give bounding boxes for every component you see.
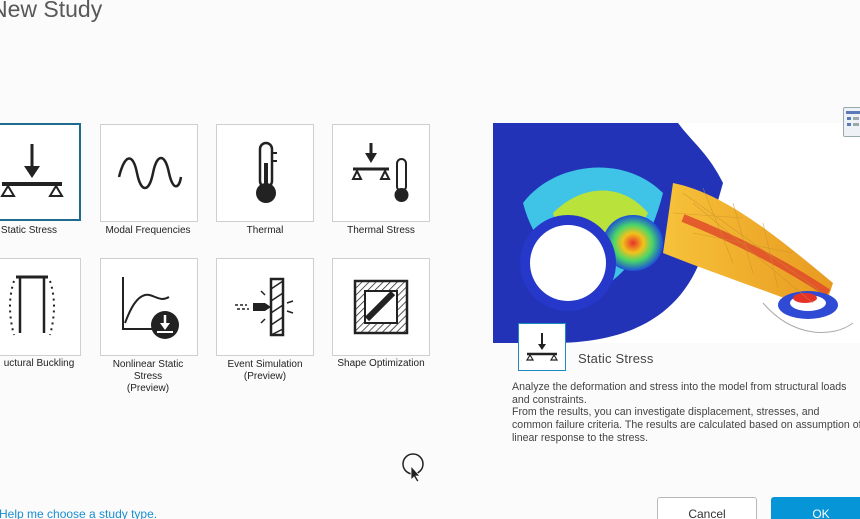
ok-button[interactable]: OK	[771, 497, 860, 519]
study-description: Analyze the deformation and stress into …	[512, 381, 860, 444]
selected-study-name: Static Stress	[578, 351, 654, 366]
selected-study-icon	[518, 323, 566, 371]
panel-toggle-icon[interactable]	[843, 107, 860, 137]
impact-icon	[235, 277, 294, 337]
study-tile-shape-optimization[interactable]	[332, 258, 430, 356]
study-tile-thermal-stress[interactable]	[332, 124, 430, 222]
study-label-shape-optimization: Shape Optimization	[337, 358, 425, 369]
study-label-thermal: Thermal	[246, 225, 284, 236]
help-choose-study-link[interactable]: Help me choose a study type.	[0, 507, 157, 519]
study-tile-static-stress[interactable]	[0, 123, 81, 221]
study-label-nonlinear-static-stress: Nonlinear Static Stress (Preview)	[112, 359, 184, 394]
shape-optimization-icon	[353, 279, 409, 335]
study-preview-image	[493, 123, 860, 343]
buckling-icon	[9, 275, 55, 336]
mouse-cursor-icon	[401, 452, 425, 483]
thermal-stress-icon	[351, 143, 409, 202]
static-stress-icon	[0, 144, 64, 197]
sine-wave-icon	[117, 156, 183, 190]
study-tile-nonlinear-static-stress[interactable]	[100, 258, 198, 356]
study-tile-structural-buckling[interactable]	[0, 258, 81, 356]
thermometer-icon	[256, 141, 277, 203]
study-tile-thermal[interactable]	[216, 124, 314, 222]
study-label-structural-buckling: uctural Buckling	[3, 358, 75, 369]
study-label-modal-frequencies: Modal Frequencies	[105, 225, 191, 236]
cancel-button[interactable]: Cancel	[657, 497, 757, 519]
dialog-title: New Study	[0, 0, 103, 22]
study-label-static-stress: Static Stress	[0, 225, 58, 236]
study-label-thermal-stress: Thermal Stress	[347, 225, 415, 236]
study-tile-modal-frequencies[interactable]	[100, 124, 198, 222]
study-label-event-simulation: Event Simulation (Preview)	[227, 359, 303, 382]
study-tile-event-simulation[interactable]	[216, 258, 314, 356]
static-stress-icon	[525, 333, 559, 361]
nonlinear-curve-icon	[122, 277, 179, 339]
